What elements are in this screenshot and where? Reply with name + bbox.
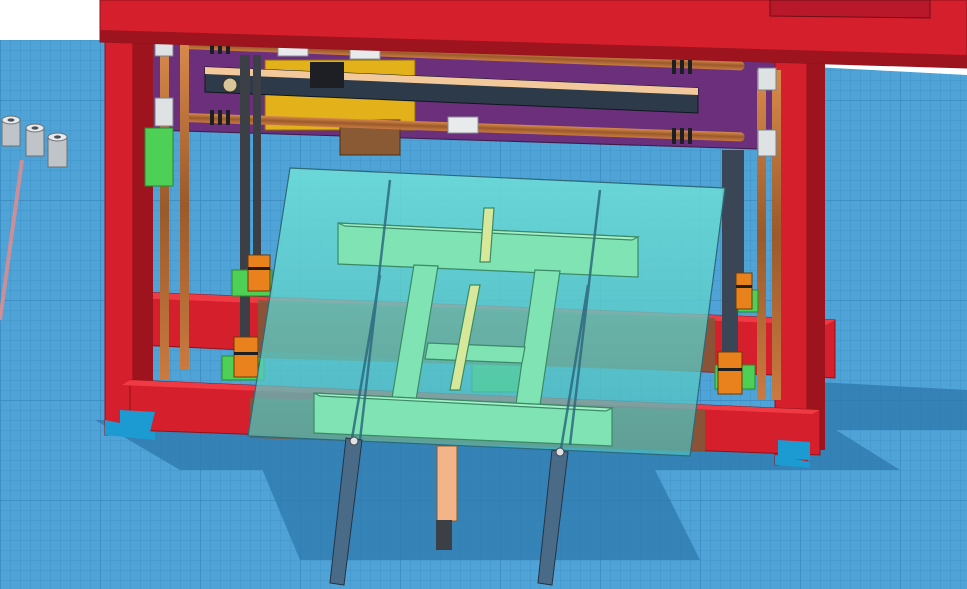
spacer-1 bbox=[1, 115, 21, 147]
frame-left-post[interactable] bbox=[104, 29, 155, 440]
frame-right-post[interactable] bbox=[774, 59, 825, 468]
spacer-3 bbox=[47, 132, 68, 168]
scene-canvas[interactable] bbox=[0, 0, 967, 589]
cad-3d-viewport[interactable] bbox=[0, 0, 967, 589]
spacer-2 bbox=[25, 123, 45, 157]
